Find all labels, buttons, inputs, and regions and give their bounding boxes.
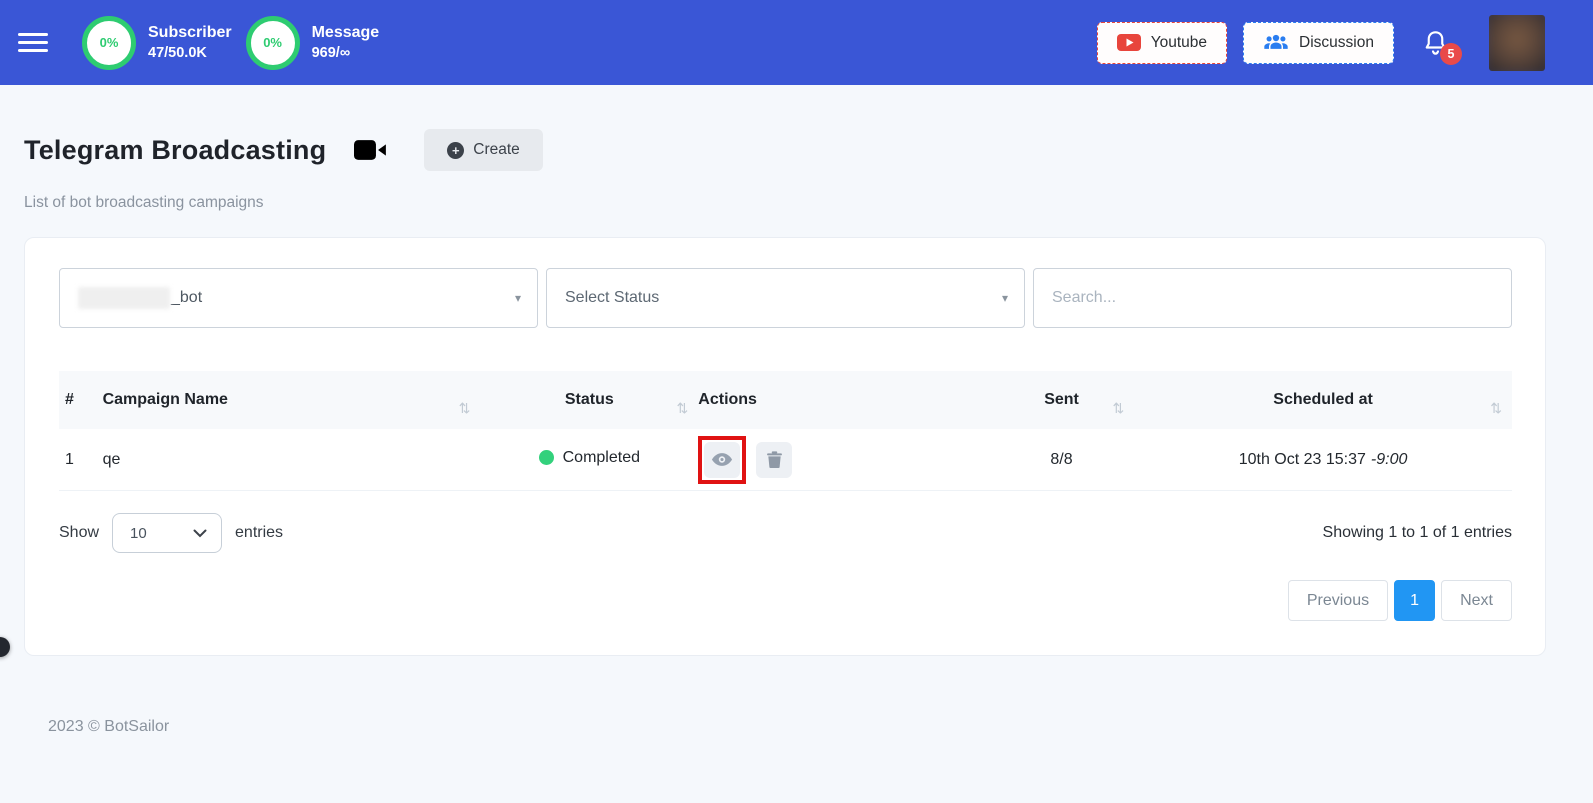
redacted-bot-name	[78, 287, 170, 309]
row-index: 1	[65, 450, 74, 468]
table-header-row: # Campaign Name ⇅ Status ⇅ Actions Sent …	[59, 371, 1512, 429]
page-subtitle: List of bot broadcasting campaigns	[24, 194, 264, 211]
message-percent: 0%	[263, 35, 282, 50]
caret-down-icon: ▾	[1001, 291, 1008, 305]
subscriber-label: Subscriber	[148, 23, 232, 41]
create-label: Create	[473, 141, 520, 158]
campaigns-table: # Campaign Name ⇅ Status ⇅ Actions Sent …	[59, 371, 1512, 491]
subscriber-value: 47/50.0K	[148, 44, 207, 61]
discussion-button[interactable]: Discussion	[1243, 21, 1394, 64]
eye-icon	[711, 452, 733, 467]
campaigns-card: _bot ▾ Select Status ▾ # Campaign Name ⇅…	[24, 237, 1546, 656]
plus-icon: +	[447, 141, 465, 159]
youtube-label: Youtube	[1150, 33, 1208, 51]
message-label: Message	[311, 23, 380, 41]
filters-row: _bot ▾ Select Status ▾	[59, 268, 1512, 328]
entries-label: entries	[235, 524, 284, 541]
status-badge: Completed	[538, 448, 640, 467]
subscriber-progress-ring: 0%	[82, 15, 136, 70]
pagination: Previous 1 Next	[59, 580, 1512, 621]
campaign-name: qe	[102, 450, 121, 468]
view-campaign-button[interactable]	[704, 441, 741, 478]
avatar-image	[1489, 14, 1545, 71]
youtube-icon	[1116, 34, 1141, 51]
sort-icon[interactable]: ⇅	[677, 400, 689, 417]
chevron-down-icon	[193, 529, 207, 538]
copyright-text: 2023 © BotSailor	[48, 718, 170, 735]
youtube-button[interactable]: Youtube	[1096, 21, 1228, 64]
column-sent: Sent ⇅	[1044, 391, 1125, 416]
column-campaign-name: Campaign Name ⇅	[102, 391, 471, 416]
status-dot-icon	[538, 450, 554, 466]
entries-per-page-select[interactable]: 10	[112, 513, 223, 553]
trash-icon	[766, 451, 782, 468]
caret-down-icon: ▾	[514, 291, 521, 305]
message-progress-ring: 0%	[245, 15, 300, 70]
show-label: Show	[59, 524, 100, 541]
column-actions: Actions	[698, 391, 757, 408]
discussion-label: Discussion	[1299, 33, 1374, 51]
notification-badge: 5	[1440, 42, 1462, 65]
video-camera-icon	[354, 138, 388, 162]
bot-select[interactable]: _bot ▾	[59, 268, 538, 328]
scheduled-date: 10th Oct 23 15:37	[1238, 450, 1366, 468]
status-select[interactable]: Select Status ▾	[546, 268, 1025, 328]
message-stat: 0% Message 969/∞	[245, 15, 380, 70]
annotation-highlight-box	[698, 435, 747, 484]
previous-page-button[interactable]: Previous	[1287, 580, 1389, 621]
user-avatar[interactable]	[1489, 14, 1545, 71]
subscriber-stat: 0% Subscriber 47/50.0K	[82, 15, 232, 70]
delete-campaign-button[interactable]	[756, 441, 793, 478]
bot-select-value: _bot	[171, 289, 203, 306]
showing-entries-text: Showing 1 to 1 of 1 entries	[1322, 524, 1512, 541]
page-title: Telegram Broadcasting	[24, 134, 327, 165]
sort-icon[interactable]: ⇅	[459, 400, 471, 417]
subscriber-percent: 0%	[99, 35, 119, 50]
column-status: Status ⇅	[564, 391, 689, 416]
sort-icon[interactable]: ⇅	[1112, 400, 1124, 417]
message-value: 969/∞	[311, 44, 351, 61]
current-page-button[interactable]: 1	[1394, 580, 1436, 621]
create-button[interactable]: + Create	[424, 129, 543, 171]
next-page-button[interactable]: Next	[1441, 580, 1512, 621]
column-index: #	[65, 391, 74, 408]
column-scheduled-at: Scheduled at ⇅	[1273, 391, 1502, 416]
scheduled-utc-offset: -9:00	[1370, 450, 1408, 468]
menu-icon[interactable]	[18, 28, 48, 57]
main-content: Telegram Broadcasting + Create List of b…	[0, 85, 1593, 736]
notifications-button[interactable]: 5	[1422, 28, 1462, 65]
search-input[interactable]	[1033, 268, 1512, 328]
sent-count: 8/8	[1050, 450, 1073, 468]
status-text: Completed	[562, 448, 640, 466]
status-select-value: Select Status	[565, 289, 660, 306]
topbar: 0% Subscriber 47/50.0K 0% Message 969/∞ …	[0, 0, 1593, 85]
sort-icon[interactable]: ⇅	[1490, 400, 1502, 417]
users-icon	[1263, 34, 1289, 51]
entries-per-page-value: 10	[130, 524, 147, 542]
table-row: 1 qe Completed 8/8 10th Oct 23 15:37 -9:…	[59, 429, 1512, 491]
